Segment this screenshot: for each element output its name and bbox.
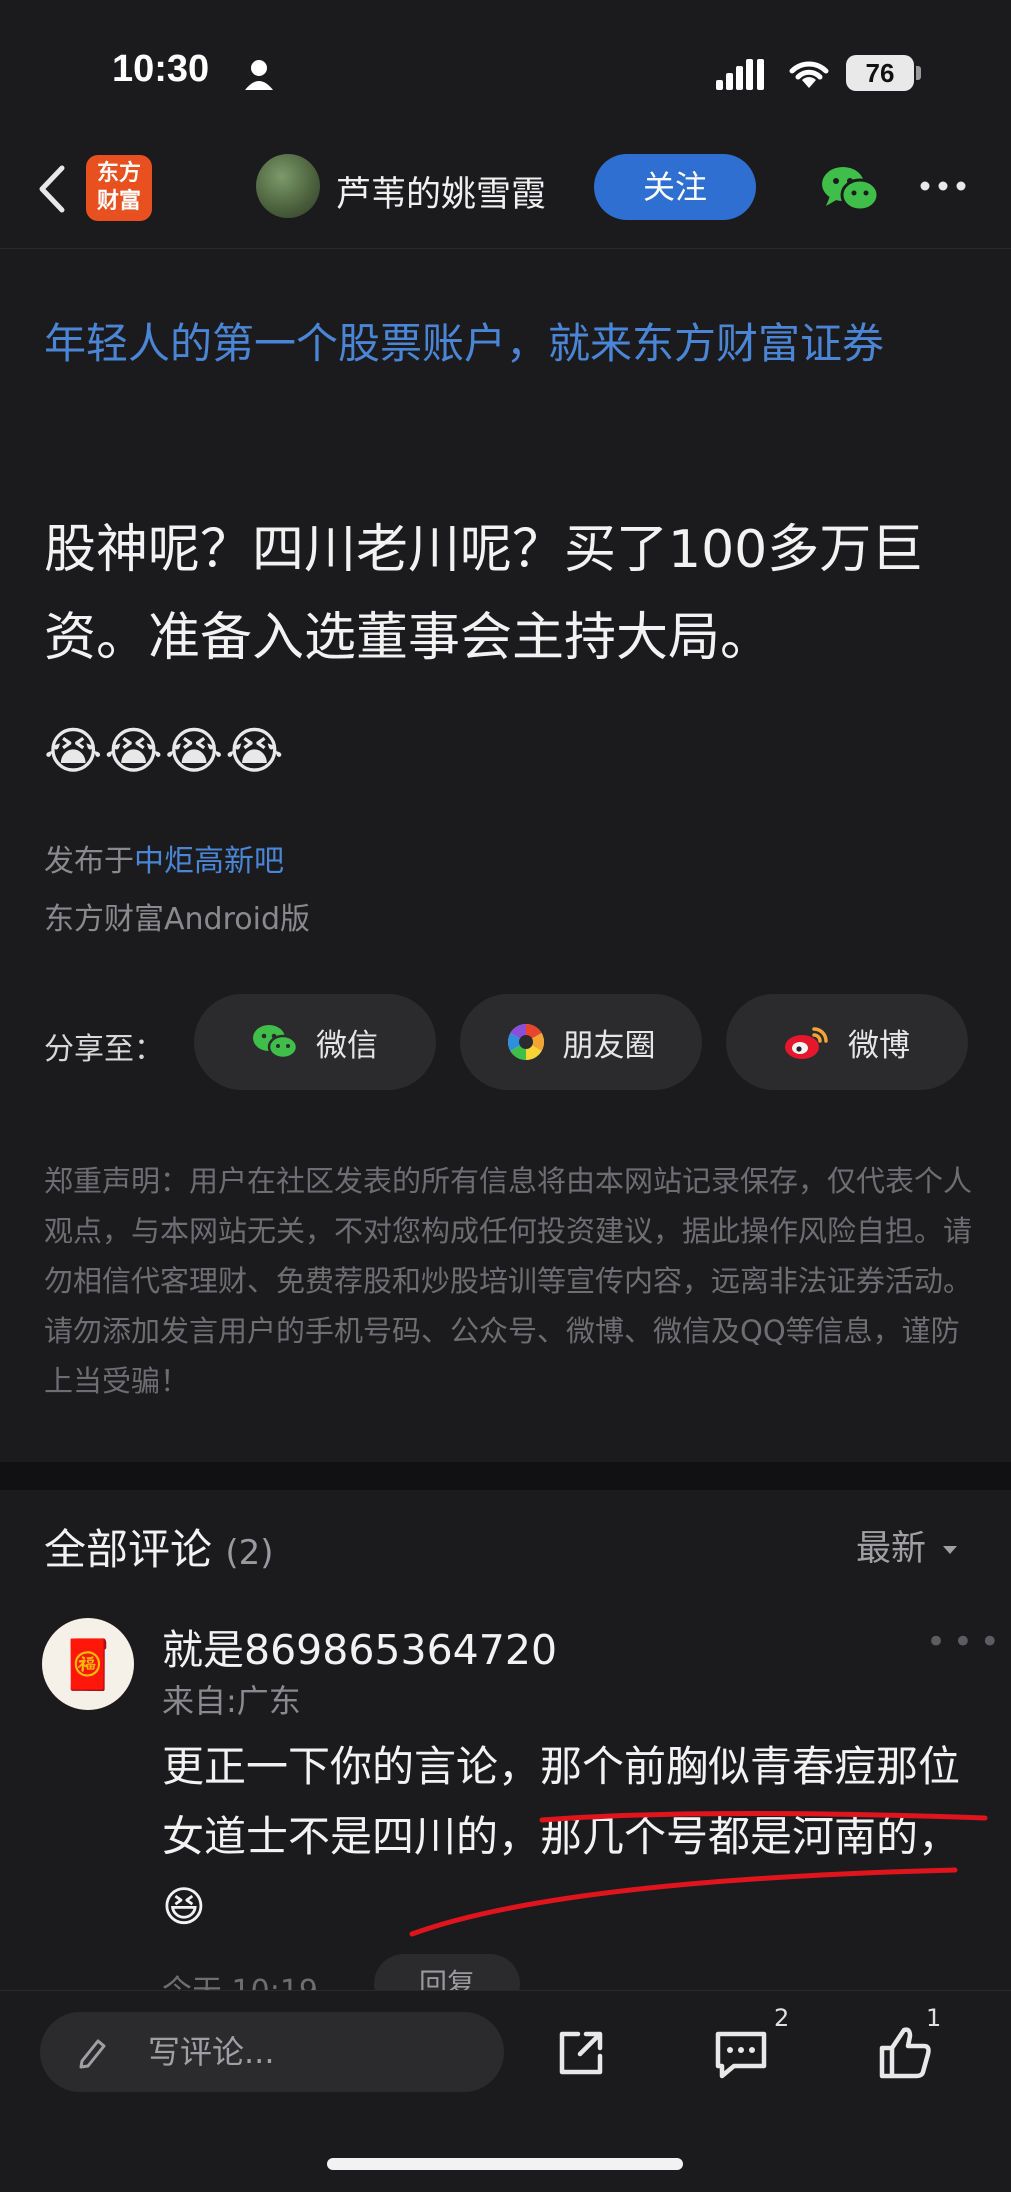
published-prefix: 发布于 [44,844,134,879]
wechat-share-icon[interactable] [820,164,880,214]
share-weibo-label: 微博 [848,1027,910,1064]
battery-tip [916,66,921,80]
home-indicator [327,2158,683,2170]
follow-button[interactable]: 关注 [594,154,756,220]
status-time: 10:30 [112,48,210,90]
signal-icon [716,59,764,90]
app-logo[interactable]: 东方 财富 [86,155,152,221]
post-body: 股神呢？四川老川呢？买了100多万巨资。准备入选董事会主持大局。 [44,520,924,668]
more-options-icon[interactable] [920,180,966,192]
logo-text-line1: 东方 [96,161,141,186]
pencil-icon [79,2039,106,2069]
comment-emoji: 😆 [162,1882,206,1931]
bar-link[interactable]: 中炬高新吧 [134,844,284,879]
author-name[interactable]: 芦苇的姚雪霞 [336,166,546,217]
comment-input-placeholder: 写评论... [148,2033,275,2071]
caret-down-icon [943,1546,958,1554]
battery-indicator: 76 [846,55,914,91]
client-source: 东方财富Android版 [44,902,310,937]
share-wechat-label: 微信 [316,1027,378,1064]
back-arrow-icon[interactable] [34,164,70,214]
sort-label: 最新 [856,1529,927,1569]
share-weibo-button[interactable]: 微博 [726,994,968,1090]
ad-banner-link[interactable]: 年轻人的第一个股票账户，就来东方财富证券 [44,312,974,376]
like-count-badge: 1 [926,2004,942,2032]
share-icon[interactable] [554,2026,608,2080]
author-avatar[interactable] [256,154,320,218]
logo-text-line2: 财富 [96,189,141,214]
commenter-location: 来自:广东 [162,1682,301,1720]
comment-text: 更正一下你的言论，那个前胸似青春痘那位女道士不是四川的，那几个号都是河南的， [162,1742,961,1861]
like-thumb-icon[interactable] [876,2024,932,2082]
comments-count: (2) [225,1533,274,1573]
comment-more-icon[interactable]: • • • [926,1622,1000,1662]
weibo-icon [785,1027,828,1059]
published-in: 发布于中炬高新吧 [44,836,284,880]
person-icon [245,60,273,90]
commenter-name[interactable]: 就是869865364720 [162,1616,557,1676]
comment-count-badge: 2 [774,2004,790,2032]
comments-header: 全部评论 (2) [44,1516,274,1577]
comment-bubble-icon[interactable] [712,2028,770,2082]
fortune-god-avatar-icon: 🧧 [58,1636,118,1693]
share-moments-label: 朋友圈 [562,1027,656,1064]
moments-icon [507,1024,544,1060]
share-moments-button[interactable]: 朋友圈 [460,994,702,1090]
sort-dropdown[interactable]: 最新 [856,1520,959,1571]
comment-body: 更正一下你的言论，那个前胸似青春痘那位女道士不是四川的，那几个号都是河南的， 😆 [162,1732,962,1942]
wechat-icon [253,1025,298,1060]
post-emojis: 😭😭😭😭 [44,722,286,780]
share-label: 分享至： [44,1032,164,1067]
section-divider [0,1462,1011,1490]
comments-title: 全部评论 [44,1525,213,1574]
commenter-avatar[interactable]: 🧧 [42,1618,134,1710]
disclaimer-text: 郑重声明：用户在社区发表的所有信息将由本网站记录保存，仅代表个人观点，与本网站无… [44,1164,973,1398]
share-wechat-button[interactable]: 微信 [194,994,436,1090]
comment-input[interactable]: 写评论... [40,2012,504,2092]
wifi-icon [789,61,829,88]
